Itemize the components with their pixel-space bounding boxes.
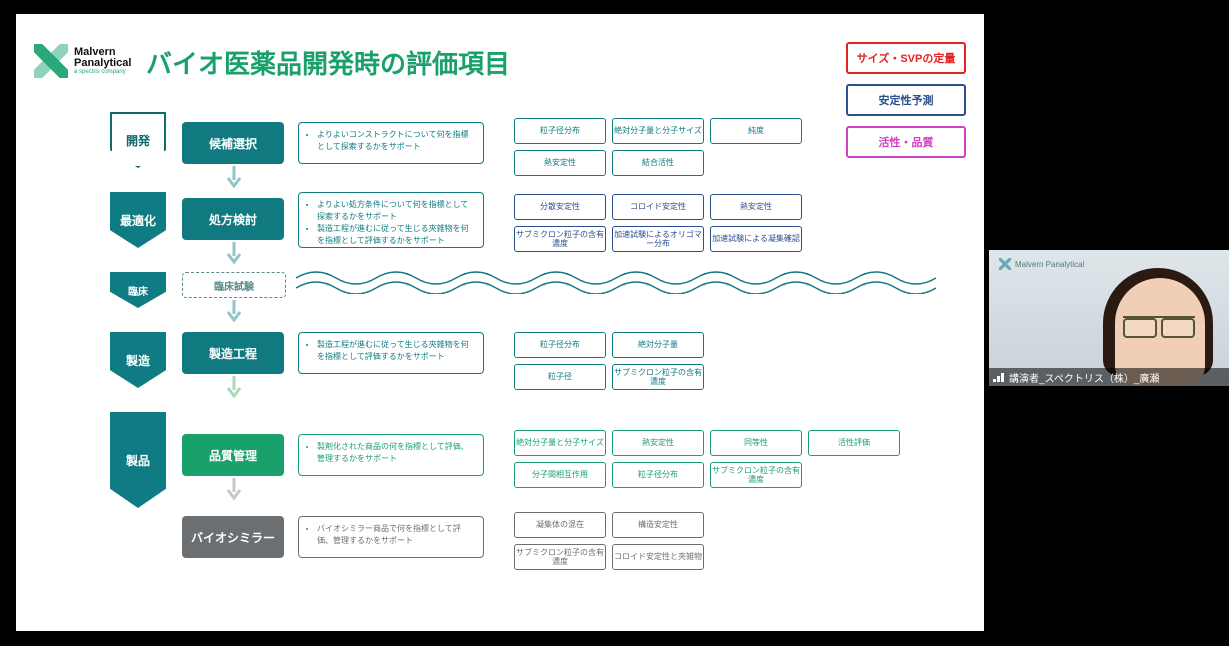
tag: サブミクロン粒子の含有濃度 [514,226,606,252]
tag: 絶対分子量と分子サイズ [612,118,704,144]
stage-development: 開発 [110,112,166,168]
stage-column: 開発 最適化 臨床 製造 製品 [110,112,166,532]
wave-divider-icon [296,268,956,294]
tag: 同等性 [710,430,802,456]
tag: 粒子径分布 [612,462,704,488]
legend-size-svp: サイズ・SVPの定量 [846,42,966,74]
tags-formulation: 分散安定性 コロイド安定性 熱安定性 サブミクロン粒子の含有濃度 加速試験による… [514,194,824,252]
tag: 分子間相互作用 [514,462,606,488]
legend: サイズ・SVPの定量 安定性予測 活性・品質 [846,42,966,158]
tag: サブミクロン粒子の含有濃度 [710,462,802,488]
logo-mark-icon [999,258,1011,270]
tag: 絶対分子量 [612,332,704,358]
brand-logo: MalvernPanalytical a spectris company [34,44,131,78]
arrow-down-icon [226,166,242,188]
stage-manufacture: 製造 [110,332,166,388]
process-formulation: 処方検討 [182,198,284,240]
tag: 絶対分子量と分子サイズ [514,430,606,456]
speaker-panel: Malvern Panalytical 講演者_スペクトリス（株）_廣瀬 [989,250,1229,386]
process-biosimilar: バイオシミラー [182,516,284,558]
desc-biosimilar: バイオシミラー商品で何を指標として評価、管理するかをサポート [298,516,484,558]
tag: 熱安定性 [612,430,704,456]
arrow-down-icon [226,376,242,398]
tag: 活性評価 [808,430,900,456]
desc-formulation: よりよい処方条件について何を指標として探索するかをサポート製造工程が進むに従って… [298,192,484,248]
brand-text: MalvernPanalytical a spectris company [74,47,131,75]
desc-candidate: よりよいコンストラクトについて何を指標として探索するかをサポート [298,122,484,164]
legend-activity: 活性・品質 [846,126,966,158]
tag: 粒子径分布 [514,118,606,144]
tag: 構造安定性 [612,512,704,538]
tag: 凝集体の混在 [514,512,606,538]
tag: 加速試験による凝集確認 [710,226,802,252]
process-mfg: 製造工程 [182,332,284,374]
tag: 結合活性 [612,150,704,176]
signal-icon [993,372,1005,382]
legend-stability: 安定性予測 [846,84,966,116]
tag: コロイド安定性と夾雑物 [612,544,704,570]
process-clinical: 臨床試験 [182,272,286,298]
tags-qc: 絶対分子量と分子サイズ 熱安定性 同等性 活性評価 分子間相互作用 粒子径分布 … [514,430,934,488]
tag: 純度 [710,118,802,144]
tags-biosimilar: 凝集体の混在 構造安定性 サブミクロン粒子の含有濃度 コロイド安定性と夾雑物 [514,512,724,570]
speaker-brand: Malvern Panalytical [999,258,1084,270]
tag: コロイド安定性 [612,194,704,220]
tag: 熱安定性 [514,150,606,176]
tag: サブミクロン粒子の含有濃度 [612,364,704,390]
tag: サブミクロン粒子の含有濃度 [514,544,606,570]
stage-product: 製品 [110,412,166,508]
arrow-down-icon [226,242,242,264]
tag: 熱安定性 [710,194,802,220]
logo-mark-icon [34,44,68,78]
glasses-icon [1123,316,1195,336]
slide-title: バイオ医薬品開発時の評価項目 [146,44,510,81]
speaker-name-bar: 講演者_スペクトリス（株）_廣瀬 [989,368,1229,386]
process-qc: 品質管理 [182,434,284,476]
arrow-down-icon [226,300,242,322]
tag: 粒子径分布 [514,332,606,358]
tags-mfg: 粒子径分布 絶対分子量 粒子径 サブミクロン粒子の含有濃度 [514,332,724,390]
tag: 分散安定性 [514,194,606,220]
process-candidate: 候補選択 [182,122,284,164]
desc-mfg: 製造工程が進むに従って生じる夾雑物を何を指標として評価するかをサポート [298,332,484,374]
desc-qc: 製剤化された商品の何を指標として評価、管理するかをサポート [298,434,484,476]
tag: 加速試験によるオリゴマー分布 [612,226,704,252]
tag: 粒子径 [514,364,606,390]
arrow-down-icon [226,478,242,500]
stage-optimization: 最適化 [110,192,166,248]
stage-clinical: 臨床 [110,272,166,308]
tags-candidate: 粒子径分布 絶対分子量と分子サイズ 純度 熱安定性 結合活性 [514,118,824,176]
